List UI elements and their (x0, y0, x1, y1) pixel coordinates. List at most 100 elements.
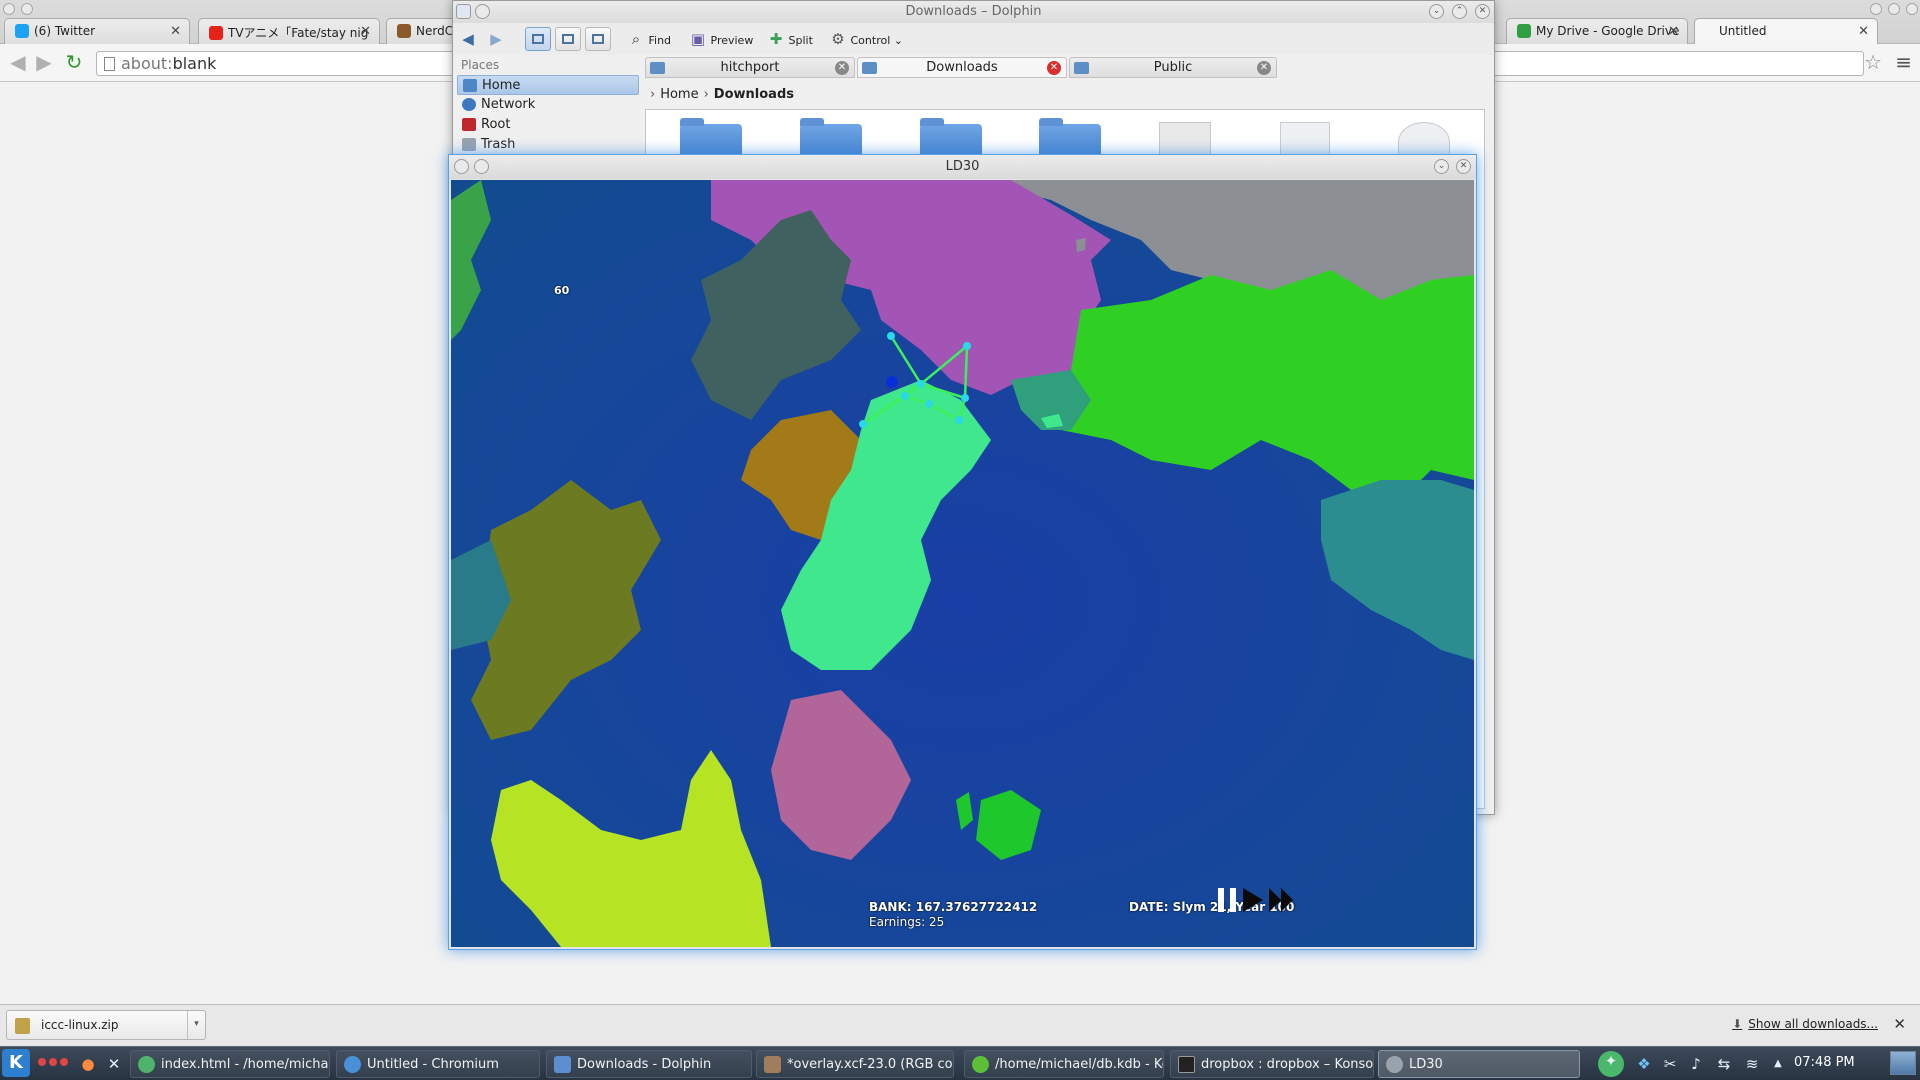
play-icon (1243, 888, 1263, 912)
browser-menu-icon[interactable]: ≡ (1895, 50, 1912, 74)
route-node[interactable] (917, 380, 925, 388)
close-tab-icon[interactable]: ✕ (1668, 24, 1679, 39)
dropbox-icon[interactable]: ❖ (1634, 1054, 1654, 1074)
browser-window-menu-icon[interactable] (21, 3, 33, 15)
browser-minimize-button[interactable] (1870, 3, 1882, 15)
world-map[interactable] (451, 180, 1474, 947)
task-keepass[interactable]: /home/michael/db.kdb - Kee (964, 1050, 1164, 1078)
breadcrumb-separator-icon: › (703, 87, 709, 102)
browser-app-icon[interactable] (3, 3, 15, 15)
route-node[interactable] (859, 420, 867, 428)
game-canvas[interactable]: 60 BANK: 167.37627722412 Earnings: 25 DA… (451, 180, 1474, 947)
network-manager-icon[interactable]: ⇆ (1714, 1054, 1734, 1074)
game-window-menu-icon[interactable] (474, 159, 489, 174)
fast-forward-button[interactable] (1269, 888, 1293, 912)
place-trash[interactable]: Trash (457, 135, 639, 155)
forward-button[interactable]: ▶ (487, 27, 505, 51)
region-grey-islet[interactable] (1076, 238, 1086, 252)
control-menu-button[interactable]: ⚙ Control ⌄ (829, 27, 903, 51)
back-arrow-icon[interactable]: ◀ (6, 51, 30, 75)
route-node[interactable] (925, 400, 933, 408)
route-node[interactable] (963, 342, 971, 350)
breadcrumb-chevron-icon[interactable]: › (650, 87, 655, 102)
close-tab-icon[interactable]: ✕ (1257, 61, 1271, 75)
dolphin-window-menu-icon[interactable] (475, 4, 490, 19)
download-shelf: iccc-linux.zip ▾ ⬇ Show all downloads... … (0, 1004, 1920, 1046)
dolphin-close-icon[interactable]: ✕ (1475, 4, 1490, 19)
dolphin-app-icon[interactable] (456, 4, 471, 19)
task-gimp[interactable]: *overlay.xcf-23.0 (RGB color (756, 1050, 954, 1078)
close-tab-icon[interactable]: ✕ (360, 24, 371, 39)
details-view-button[interactable] (585, 27, 611, 51)
breadcrumb-current[interactable]: Downloads (714, 87, 794, 102)
clock[interactable]: 07:48 PM (1794, 1055, 1855, 1070)
browser-tab-google-drive[interactable]: My Drive - Google Drive ✕ (1506, 18, 1688, 44)
close-tab-icon[interactable]: ✕ (1047, 61, 1061, 75)
show-all-downloads-link[interactable]: ⬇ Show all downloads... (1732, 1017, 1878, 1031)
task-konsole[interactable]: dropbox : dropbox – Konsol (1170, 1050, 1374, 1078)
close-tab-icon[interactable]: ✕ (1858, 24, 1869, 39)
find-button[interactable]: ⌕ Find (627, 27, 671, 51)
tray-expand-icon[interactable]: ▲ (1768, 1054, 1788, 1074)
task-ld30[interactable]: LD30 (1378, 1050, 1580, 1078)
game-window-title: LD30 (945, 159, 980, 174)
clipboard-scissors-icon[interactable]: ✂ (1660, 1054, 1680, 1074)
dolphin-maximize-icon[interactable]: ⌃ (1452, 4, 1467, 19)
split-button[interactable]: ✚ Split (767, 27, 813, 51)
game-app-icon[interactable] (454, 159, 469, 174)
close-tab-icon[interactable]: ✕ (835, 61, 849, 75)
browser-maximize-button[interactable] (1888, 3, 1900, 15)
back-button[interactable]: ◀ (459, 27, 477, 51)
pause-button[interactable] (1218, 888, 1236, 912)
dolphin-title-bar: Downloads – Dolphin ⌄ ⌃ ✕ (453, 1, 1494, 23)
place-root[interactable]: Root (457, 115, 639, 135)
route-node[interactable] (887, 332, 895, 340)
browser-tab-label: (6) Twitter (34, 24, 96, 38)
update-notifier-icon[interactable]: ✦ (1598, 1051, 1624, 1077)
task-index-html[interactable]: index.html - /home/michael/ (130, 1050, 330, 1078)
compact-view-icon (562, 34, 574, 44)
tab-public[interactable]: Public ✕ (1069, 57, 1277, 78)
download-item[interactable]: iccc-linux.zip ▾ (6, 1010, 206, 1040)
application-launcher-icon[interactable]: K (2, 1049, 30, 1077)
game-title-bar: LD30 ⌄ ✕ (449, 155, 1476, 179)
network-icon (462, 98, 476, 111)
breadcrumb-home[interactable]: Home (660, 87, 698, 102)
route-node[interactable] (901, 392, 909, 400)
player-ship-marker[interactable] (886, 376, 898, 388)
counter-label: 60 (554, 284, 570, 297)
game-minimize-icon[interactable]: ⌄ (1434, 159, 1449, 174)
preview-button[interactable]: ▣ Preview (689, 27, 753, 51)
download-options-chevron-icon[interactable]: ▾ (187, 1011, 205, 1039)
place-home[interactable]: Home (457, 75, 639, 95)
route-node[interactable] (955, 416, 963, 424)
close-tab-icon[interactable]: ✕ (170, 24, 181, 39)
forward-arrow-icon[interactable]: ▶ (32, 51, 56, 75)
place-network[interactable]: Network (457, 95, 639, 115)
show-desktop-button[interactable] (1890, 1051, 1916, 1075)
earnings-label: Earnings: 25 (869, 915, 945, 929)
dolphin-toolbar: ◀ ▶ ⌕ Find ▣ Preview ✚ Split ⚙ Control ⌄ (453, 23, 1494, 55)
tab-downloads[interactable]: Downloads ✕ (857, 57, 1067, 78)
tab-hitchport[interactable]: hitchport ✕ (645, 57, 855, 78)
firefox-icon[interactable]: ● (78, 1054, 98, 1074)
compact-view-button[interactable] (555, 27, 581, 51)
route-node[interactable] (961, 394, 969, 402)
volume-icon[interactable]: ♪ (1686, 1054, 1706, 1074)
close-shelf-icon[interactable]: ✕ (1893, 1015, 1906, 1033)
icons-view-button[interactable] (525, 27, 551, 51)
wifi-icon[interactable]: ≋ (1742, 1054, 1762, 1074)
dolphin-minimize-icon[interactable]: ⌄ (1429, 4, 1444, 19)
game-window: LD30 ⌄ ✕ 60 BANK: 167.37627722412 Earnin… (448, 154, 1477, 950)
game-close-icon[interactable]: ✕ (1456, 159, 1471, 174)
browser-tab-untitled[interactable]: Untitled ✕ (1694, 18, 1878, 44)
play-button[interactable] (1243, 888, 1263, 912)
reload-icon[interactable]: ↻ (62, 51, 86, 75)
browser-close-button[interactable] (1906, 3, 1918, 15)
task-dolphin[interactable]: Downloads - Dolphin (546, 1050, 752, 1078)
task-chromium[interactable]: Untitled - Chromium (336, 1050, 540, 1078)
bookmark-star-icon[interactable]: ☆ (1864, 50, 1882, 74)
browser-tab-fate[interactable]: TVアニメ「Fate/stay nig ✕ (198, 18, 380, 44)
tools-icon[interactable]: ✕ (104, 1054, 124, 1074)
browser-tab-twitter[interactable]: (6) Twitter ✕ (4, 18, 190, 44)
